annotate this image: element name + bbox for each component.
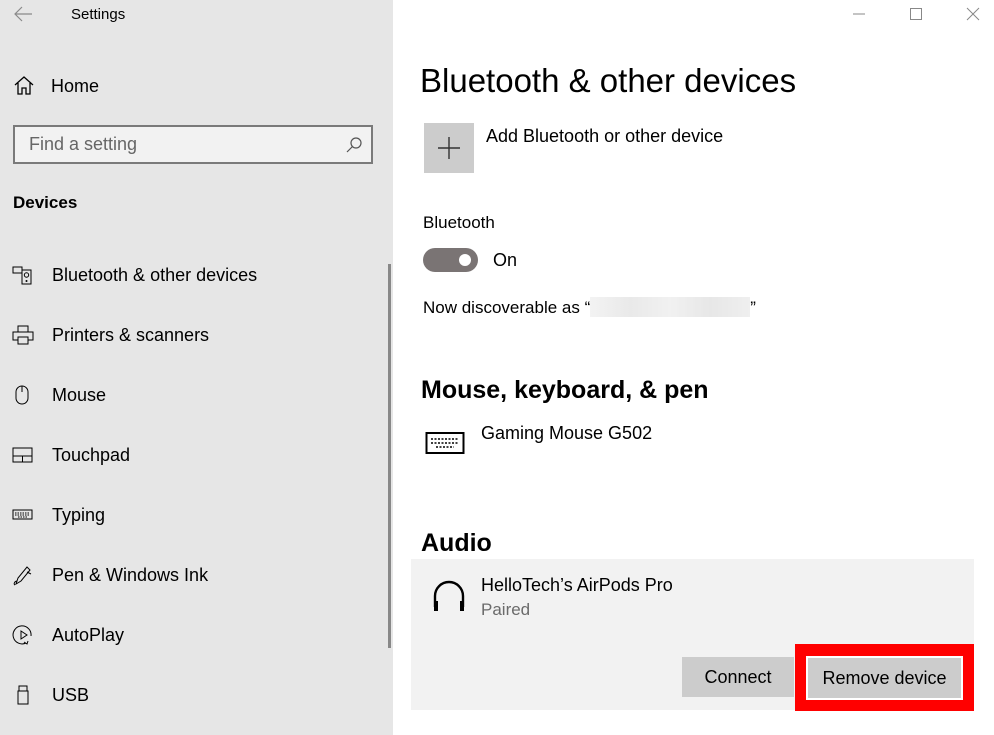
keyboard-icon: [12, 509, 33, 520]
device-name: Gaming Mouse G502: [481, 423, 653, 443]
keyboard-icon: [425, 432, 465, 454]
sidebar-item-pen[interactable]: Pen & Windows Ink: [0, 555, 385, 595]
main-panel: Bluetooth & other devices Add Bluetooth …: [393, 0, 994, 735]
close-icon[interactable]: [962, 3, 984, 25]
autoplay-icon: [12, 625, 32, 645]
search-input[interactable]: [29, 127, 329, 162]
sidebar-item-home[interactable]: Home: [13, 74, 99, 98]
section-label: Devices: [13, 193, 78, 212]
redacted-device-name: [590, 297, 751, 317]
device-name: HelloTech’s AirPods Pro: [481, 575, 673, 595]
bluetooth-label: Bluetooth: [423, 213, 495, 232]
pen-icon: [13, 566, 32, 586]
sidebar-item-autoplay[interactable]: AutoPlay: [0, 615, 385, 655]
bluetooth-devices-icon: [12, 266, 32, 285]
discoverable-suffix: ”: [750, 298, 756, 317]
sidebar-item-label: AutoPlay: [52, 624, 125, 645]
sidebar-item-label: Bluetooth & other devices: [52, 264, 258, 285]
sidebar-item-label: Mouse: [52, 384, 107, 405]
home-icon: [14, 76, 34, 95]
sidebar-item-typing[interactable]: Typing: [0, 495, 385, 535]
printer-icon: [12, 325, 34, 345]
sidebar-item-label: USB: [52, 684, 90, 705]
sidebar-item-label: Home: [51, 75, 100, 96]
headphones-icon: [433, 580, 465, 611]
mouse-icon: [15, 385, 29, 405]
connect-button[interactable]: Connect: [682, 657, 794, 697]
app-title: Settings: [71, 6, 126, 23]
sidebar-scrollbar[interactable]: [388, 264, 391, 648]
section-heading-input: Mouse, keyboard, & pen: [421, 376, 709, 404]
sidebar-item-label: Touchpad: [52, 444, 131, 465]
add-device-label[interactable]: Add Bluetooth or other device: [486, 126, 723, 147]
sidebar: Settings Home Devices Bluetooth & other …: [0, 0, 393, 735]
sidebar-item-label: Typing: [52, 504, 106, 525]
minimize-icon[interactable]: [848, 3, 870, 25]
sidebar-item-mouse[interactable]: Mouse: [0, 375, 385, 415]
section-heading-audio: Audio: [421, 529, 492, 557]
usb-icon: [17, 685, 29, 705]
sidebar-item-usb[interactable]: USB: [0, 675, 385, 715]
search-box[interactable]: [13, 125, 373, 164]
page-title: Bluetooth & other devices: [420, 62, 797, 99]
sidebar-item-touchpad[interactable]: Touchpad: [0, 435, 385, 475]
plus-icon: [438, 137, 460, 159]
search-icon[interactable]: [345, 136, 363, 154]
back-arrow-icon[interactable]: [12, 4, 34, 24]
sidebar-item-label: Pen & Windows Ink: [52, 564, 209, 585]
discoverable-prefix: Now discoverable as “: [423, 298, 591, 317]
discoverable-text: Now discoverable as “ ”: [423, 297, 756, 318]
toggle-knob: [459, 254, 471, 266]
sidebar-item-printers[interactable]: Printers & scanners: [0, 315, 385, 355]
add-device-button[interactable]: [424, 123, 474, 173]
bluetooth-toggle[interactable]: [423, 248, 478, 272]
device-status: Paired: [481, 600, 531, 619]
maximize-icon[interactable]: [905, 3, 927, 25]
remove-device-button[interactable]: Remove device: [806, 656, 963, 700]
sidebar-item-label: Printers & scanners: [52, 324, 210, 345]
bluetooth-state: On: [493, 250, 518, 270]
sidebar-item-bluetooth[interactable]: Bluetooth & other devices: [0, 255, 385, 295]
touchpad-icon: [12, 447, 33, 463]
